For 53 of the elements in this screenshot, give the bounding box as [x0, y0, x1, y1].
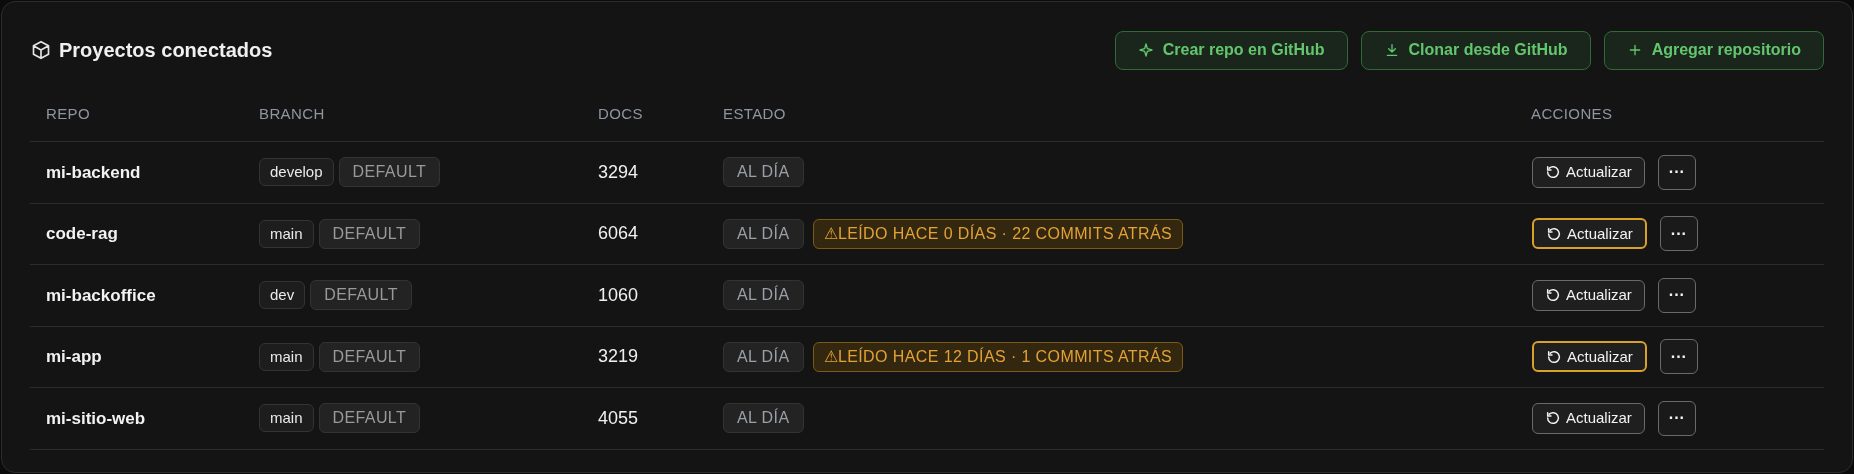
refresh-icon — [1546, 348, 1562, 365]
repo-name: code-rag — [45, 223, 119, 245]
action-button[interactable]: Crear repo en GitHub — [1114, 30, 1348, 70]
refresh-icon — [1546, 225, 1562, 242]
more-button[interactable]: ··· — [1657, 400, 1696, 436]
update-button[interactable]: Actualizar — [1532, 218, 1647, 250]
more-button[interactable]: ··· — [1659, 339, 1698, 375]
default-tag: DEFAULT — [318, 341, 421, 372]
default-tag: DEFAULT — [338, 157, 441, 188]
docs-count: 1060 — [598, 283, 640, 307]
status-tag: AL DÍA — [723, 280, 804, 311]
column-header: ESTADO — [723, 104, 787, 125]
refresh-icon — [1545, 410, 1561, 427]
branch-tag: main — [259, 342, 314, 371]
column-header: ACCIONES — [1531, 104, 1614, 125]
docs-count: 4055 — [598, 406, 640, 430]
update-button[interactable]: Actualizar — [1532, 402, 1645, 434]
docs-count: 6064 — [598, 222, 640, 246]
branch-tag: dev — [259, 281, 306, 310]
docs-count: 3294 — [598, 160, 640, 184]
repo-name: mi-backoffice — [45, 284, 157, 307]
branch-tag: main — [259, 404, 314, 433]
status-tag: AL DÍA — [723, 341, 804, 372]
repo-name: mi-app — [45, 346, 103, 368]
update-button[interactable]: Actualizar — [1532, 279, 1645, 311]
column-header: REPO — [45, 104, 91, 125]
warning-tag: ⚠LEÍDO HACE 12 DÍAS · 1 COMMITS ATRÁS — [812, 341, 1184, 372]
more-button[interactable]: ··· — [1659, 216, 1698, 252]
more-button[interactable]: ··· — [1657, 277, 1696, 313]
repo-name: mi-sitio-web — [45, 407, 147, 430]
repo-name: mi-backend — [45, 161, 142, 184]
action-button[interactable]: Agregar repositorio — [1603, 30, 1824, 70]
default-tag: DEFAULT — [318, 218, 421, 249]
status-tag: AL DÍA — [723, 218, 804, 249]
column-header: DOCS — [598, 104, 644, 125]
refresh-icon — [1545, 164, 1561, 181]
action-button[interactable]: Clonar desde GitHub — [1360, 30, 1591, 70]
warning-tag: ⚠LEÍDO HACE 0 DÍAS · 22 COMMITS ATRÁS — [812, 218, 1184, 249]
refresh-icon — [1545, 287, 1561, 304]
default-tag: DEFAULT — [310, 280, 412, 311]
update-button[interactable]: Actualizar — [1532, 341, 1647, 373]
branch-tag: develop — [259, 158, 334, 187]
branch-tag: main — [259, 219, 314, 248]
column-header: BRANCH — [259, 104, 326, 125]
panel-title: Proyectos conectados — [59, 38, 273, 63]
sparkle-icon — [1137, 42, 1154, 58]
status-tag: AL DÍA — [723, 157, 804, 188]
more-button[interactable]: ··· — [1657, 154, 1696, 190]
default-tag: DEFAULT — [318, 403, 421, 434]
docs-count: 3219 — [598, 345, 640, 369]
cube-icon — [31, 40, 51, 60]
update-button[interactable]: Actualizar — [1532, 156, 1645, 188]
status-tag: AL DÍA — [723, 403, 804, 434]
